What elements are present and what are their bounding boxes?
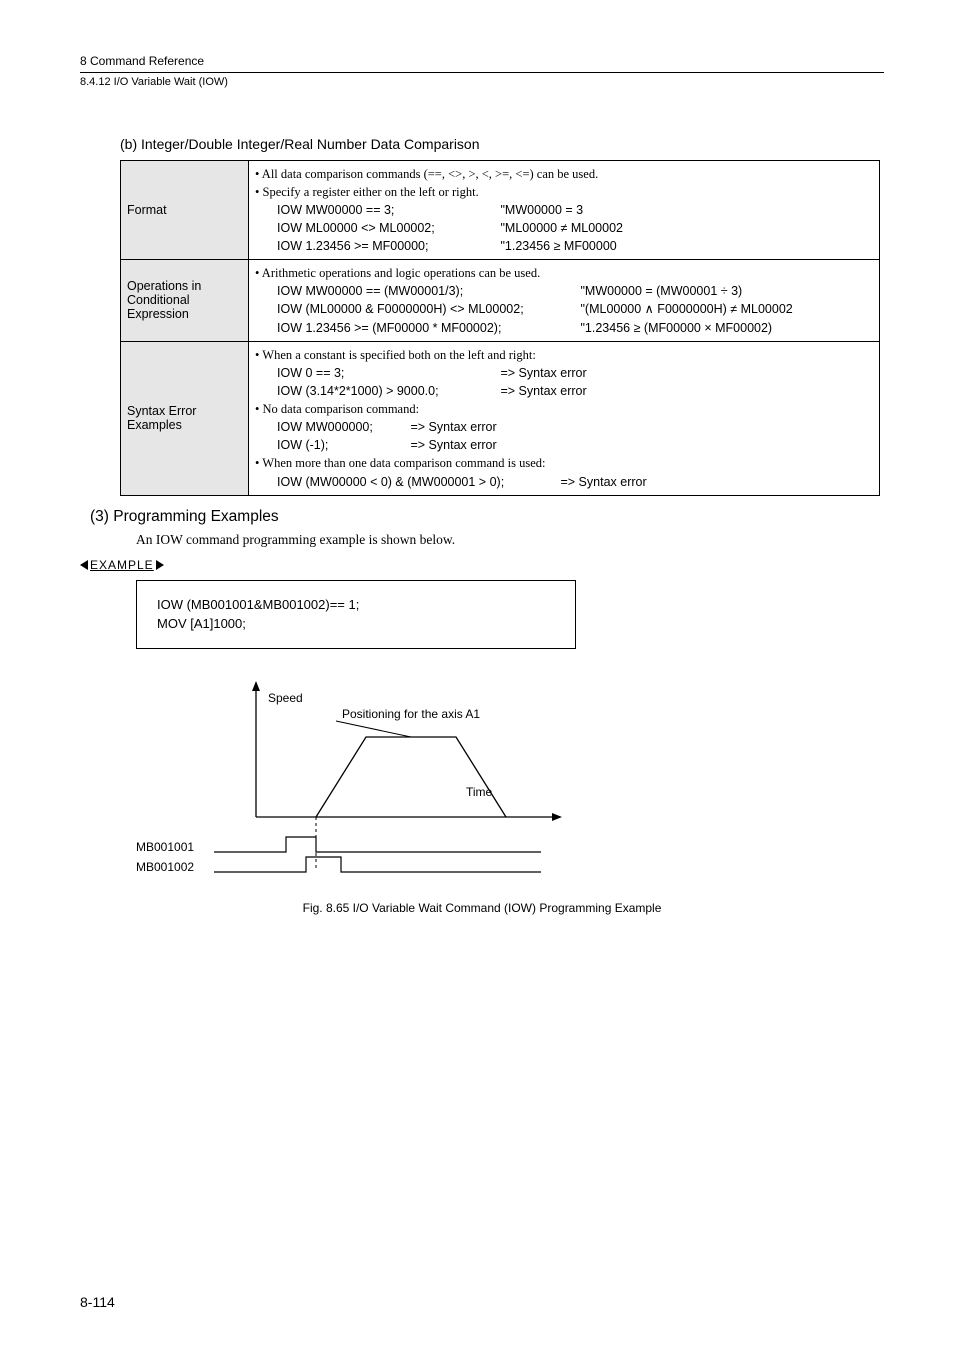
table-row: Format • All data comparison commands (=… <box>121 160 880 260</box>
text-line: • No data comparison command: <box>255 400 873 418</box>
code-box: IOW (MB001001&MB001002)== 1; MOV [A1]100… <box>136 580 576 649</box>
code-right: => Syntax error <box>500 366 586 380</box>
row-label-format: Format <box>121 160 249 260</box>
example-text: EXAMPLE <box>90 558 154 572</box>
timing-diagram: Speed Positioning for the axis A1 Time M… <box>136 677 616 887</box>
section-header: 8.4.12 I/O Variable Wait (IOW) <box>80 72 884 88</box>
code-right: => Syntax error <box>410 438 496 452</box>
code-left: IOW (3.14*2*1000) > 9000.0; <box>277 382 497 400</box>
code-left: IOW 1.23456 >= (MF00000 * MF00002); <box>277 319 577 337</box>
text-line: • When more than one data comparison com… <box>255 454 873 472</box>
table-row: Operations in Conditional Expression • A… <box>121 260 880 342</box>
code-line: IOW (MW00000 < 0) & (MW000001 > 0); => S… <box>255 473 873 491</box>
code-right: => Syntax error <box>500 384 586 398</box>
row-label-operations: Operations in Conditional Expression <box>121 260 249 342</box>
code-left: IOW MW000000; <box>277 418 407 436</box>
speed-label: Speed <box>268 691 303 705</box>
code-right: "1.23456 ≥ (MF00000 × MF00002) <box>580 321 772 335</box>
code-line: IOW MW000000; => Syntax error <box>255 418 873 436</box>
triangle-left-icon <box>80 560 88 570</box>
row-content-format: • All data comparison commands (==, <>, … <box>249 160 880 260</box>
code-right: "1.23456 ≥ MF00000 <box>500 239 616 253</box>
code-left: IOW 1.23456 >= MF00000; <box>277 237 497 255</box>
code-left: IOW MW00000 == (MW00001/3); <box>277 282 577 300</box>
code-line: IOW (ML00000 & F0000000H) <> ML00002; "(… <box>255 300 873 318</box>
code-left: IOW MW00000 == 3; <box>277 201 497 219</box>
code-line: IOW ML00000 <> ML00002; "ML00000 ≠ ML000… <box>255 219 873 237</box>
code-right: "MW00000 = (MW00001 ÷ 3) <box>580 284 742 298</box>
positioning-label: Positioning for the axis A1 <box>342 707 480 721</box>
comparison-table: Format • All data comparison commands (=… <box>120 160 880 496</box>
text-line: • When a constant is specified both on t… <box>255 346 873 364</box>
example-label: EXAMPLE <box>80 558 164 572</box>
section-3-heading: (3) Programming Examples <box>90 508 884 526</box>
page-number: 8-114 <box>80 1294 115 1310</box>
subheading-b: (b) Integer/Double Integer/Real Number D… <box>120 136 884 152</box>
text-line: • All data comparison commands (==, <>, … <box>255 165 873 183</box>
code-left: IOW (-1); <box>277 436 407 454</box>
row-content-syntax-error: • When a constant is specified both on t… <box>249 341 880 495</box>
code-line: MOV [A1]1000; <box>157 614 555 634</box>
code-line: IOW (MB001001&MB001002)== 1; <box>157 595 555 615</box>
code-left: IOW (MW00000 < 0) & (MW000001 > 0); <box>277 473 557 491</box>
code-line: IOW 1.23456 >= (MF00000 * MF00002); "1.2… <box>255 319 873 337</box>
mb001001-label: MB001001 <box>136 840 194 854</box>
code-line: IOW 1.23456 >= MF00000; "1.23456 ≥ MF000… <box>255 237 873 255</box>
row-content-operations: • Arithmetic operations and logic operat… <box>249 260 880 342</box>
text-line: • Specify a register either on the left … <box>255 183 873 201</box>
code-line: IOW (3.14*2*1000) > 9000.0; => Syntax er… <box>255 382 873 400</box>
code-right: => Syntax error <box>560 475 646 489</box>
row-label-syntax-error: Syntax Error Examples <box>121 341 249 495</box>
code-right: "(ML00000 ∧ F0000000H) ≠ ML00002 <box>580 302 792 316</box>
section-3-body: An IOW command programming example is sh… <box>136 532 884 548</box>
code-line: IOW (-1); => Syntax error <box>255 436 873 454</box>
code-line: IOW MW00000 == 3; "MW00000 = 3 <box>255 201 873 219</box>
code-right: "ML00000 ≠ ML00002 <box>500 221 623 235</box>
table-row: Syntax Error Examples • When a constant … <box>121 341 880 495</box>
chapter-header: 8 Command Reference <box>80 54 884 68</box>
mb001002-label: MB001002 <box>136 860 194 874</box>
triangle-right-icon <box>156 560 164 570</box>
code-left: IOW ML00000 <> ML00002; <box>277 219 497 237</box>
figure-caption: Fig. 8.65 I/O Variable Wait Command (IOW… <box>80 901 884 915</box>
text-line: • Arithmetic operations and logic operat… <box>255 264 873 282</box>
code-line: IOW 0 == 3; => Syntax error <box>255 364 873 382</box>
code-left: IOW 0 == 3; <box>277 364 497 382</box>
code-left: IOW (ML00000 & F0000000H) <> ML00002; <box>277 300 577 318</box>
code-right: => Syntax error <box>410 420 496 434</box>
time-label: Time <box>466 785 492 799</box>
code-line: IOW MW00000 == (MW00001/3); "MW00000 = (… <box>255 282 873 300</box>
code-right: "MW00000 = 3 <box>500 203 583 217</box>
